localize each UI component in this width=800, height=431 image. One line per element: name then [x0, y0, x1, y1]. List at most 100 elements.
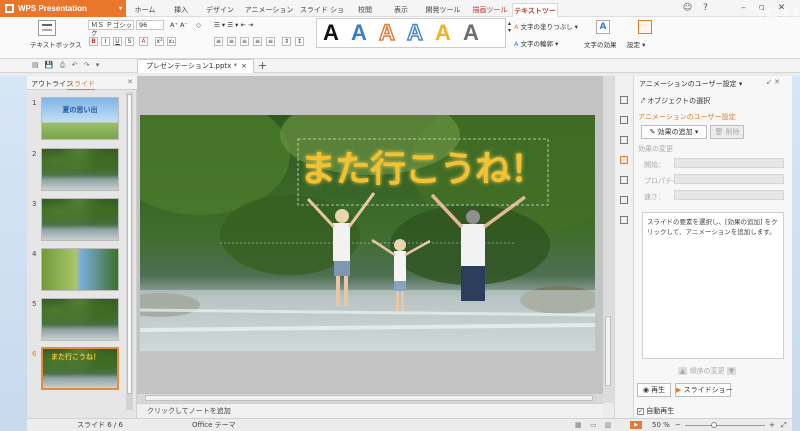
text-effect-label[interactable]: 文字の効果	[584, 39, 617, 49]
slide-thumbnail-6[interactable]: また行こうね！	[41, 347, 119, 390]
play-button[interactable]: ◉ 再生	[637, 383, 671, 397]
italic-button[interactable]: I	[101, 37, 110, 46]
superscript-button[interactable]: x²	[155, 37, 164, 46]
gallery-scroll-icon[interactable]: ▴ ▾	[508, 20, 511, 34]
app-menu-button[interactable]: WPS Presentation ▾	[0, 0, 126, 17]
align-left-icon[interactable]: ≡	[214, 37, 223, 46]
tab-design[interactable]: デザイン	[202, 3, 238, 17]
animation-icon[interactable]	[620, 156, 628, 164]
tab-view[interactable]: 表示	[388, 3, 414, 17]
minimize-icon[interactable]: –	[738, 3, 749, 14]
slide-thumbnail-5[interactable]	[41, 298, 119, 341]
clear-format-icon[interactable]: ◇	[196, 21, 201, 29]
speed-select[interactable]	[674, 190, 784, 200]
pin-icon[interactable]: ↙ ✕	[766, 78, 780, 86]
quick-access-icons[interactable]: ▤ 💾 ⎙ ↶ ↷ ▾	[32, 61, 101, 70]
wordart-style-5[interactable]: A	[429, 19, 457, 47]
slide-title-text[interactable]: また行こうね！	[300, 140, 546, 192]
slideshow-button[interactable]: ▶ スライドショー	[675, 383, 733, 397]
tab-review[interactable]: 校閲	[352, 3, 378, 17]
animation-list[interactable]: スライドの要素を選択し、[効果の追加] をクリックして、アニメーションを追加しま…	[642, 212, 784, 359]
slide-horizontal-scrollbar[interactable]	[137, 394, 603, 403]
align-center-icon[interactable]: ≡	[227, 37, 236, 46]
settings-button[interactable]: 設定 ▾	[627, 39, 645, 49]
document-tab[interactable]: プレゼンテーション1.pptx * ×	[137, 59, 254, 73]
autoplay-checkbox[interactable]: ✓	[637, 408, 644, 415]
play-slideshow-icon[interactable]: ▶	[630, 421, 642, 429]
textbox-label[interactable]: テキストボックス	[30, 39, 82, 49]
text-fill-button[interactable]: A 文字の塗りつぶし ▾	[514, 21, 578, 31]
close-panel-icon[interactable]: ✕	[127, 78, 133, 86]
shape-icon[interactable]	[620, 136, 628, 144]
wordart-style-3[interactable]: A	[373, 19, 401, 47]
slide-thumbnail-2[interactable]	[41, 148, 119, 191]
zoom-slider[interactable]	[685, 425, 765, 426]
select-object-icon: ⤤	[641, 97, 645, 105]
notes-pane[interactable]: クリックしてノートを追加	[137, 403, 603, 418]
remove-button[interactable]: 🗑 削除	[710, 125, 744, 139]
tab-text-tools[interactable]: テキストツール	[512, 3, 558, 29]
move-up-icon[interactable]: ▲	[678, 367, 688, 375]
slide-thumbnail-4[interactable]	[41, 248, 119, 291]
font-size-select[interactable]: 96	[136, 20, 164, 30]
tab-slideshow[interactable]: スライド ショー	[298, 3, 346, 28]
slide-thumbnail-1[interactable]: 夏の思い出	[41, 97, 119, 140]
fit-window-icon[interactable]: ⤢	[781, 419, 787, 431]
thumb-number-1: 1	[32, 99, 37, 107]
line-spacing-icon[interactable]: ↕	[295, 37, 304, 46]
text-outline-button[interactable]: A 文字の輪郭 ▾	[514, 38, 558, 48]
font-name-select[interactable]: ＭＳ Ｐゴシック	[88, 20, 134, 37]
gallery-icon[interactable]	[620, 216, 628, 224]
align-right-icon[interactable]: ≡	[240, 37, 249, 46]
text-effect-icon[interactable]: A	[596, 20, 610, 34]
close-tab-icon[interactable]: ×	[241, 60, 247, 73]
underline-button[interactable]: U	[113, 37, 122, 46]
slide-canvas[interactable]: また行こうね！	[140, 115, 595, 351]
backup-icon[interactable]	[620, 196, 628, 204]
property-select[interactable]	[674, 174, 784, 184]
help-icon[interactable]: ?	[700, 3, 711, 14]
justify-icon[interactable]: ≡	[253, 37, 262, 46]
wordart-style-1[interactable]: A	[317, 19, 345, 47]
tab-animation[interactable]: アニメーション	[243, 3, 295, 17]
add-effect-button[interactable]: ✎ 効果の追加 ▾	[641, 125, 707, 139]
new-tab-icon[interactable]: +	[258, 59, 267, 72]
view-icons[interactable]: ▦ ▭ ▥	[575, 419, 614, 431]
tab-drawing-tools[interactable]: 描画ツール	[470, 3, 510, 17]
transition-icon[interactable]	[620, 176, 628, 184]
task-pane-title[interactable]: アニメーションのユーザー設定 ▾	[639, 79, 742, 89]
skin-icon[interactable]: ☺	[682, 3, 693, 14]
slide-vertical-scrollbar[interactable]	[603, 76, 614, 403]
distribute-icon[interactable]: ≡	[266, 37, 275, 46]
start-select[interactable]	[674, 158, 784, 168]
wordart-style-4[interactable]: A	[401, 19, 429, 47]
tab-home[interactable]: ホーム	[130, 3, 160, 17]
bold-button[interactable]: B	[89, 37, 98, 46]
desktop-edge-right	[792, 76, 800, 431]
slide-thumbnail-3[interactable]	[41, 198, 119, 241]
subscript-button[interactable]: x₂	[167, 37, 176, 46]
animation-hint: スライドの要素を選択し、[効果の追加] をクリックして、アニメーションを追加しま…	[647, 218, 778, 236]
textbox-icon[interactable]	[38, 20, 56, 36]
font-color-button[interactable]: A	[139, 37, 148, 46]
select-object-button[interactable]: ⤤ オブジェクトの選択	[641, 96, 710, 106]
grow-font-icon[interactable]: A⁺ A⁻	[170, 21, 188, 29]
tab-slides[interactable]: スライド	[67, 79, 95, 90]
tab-developer[interactable]: 開発ツール	[422, 3, 464, 17]
tab-insert[interactable]: 挿入	[168, 3, 194, 17]
zoom-slider-thumb[interactable]	[711, 422, 717, 428]
zoom-out-icon[interactable]: −	[675, 419, 681, 431]
bullets-icon[interactable]: ☰ ▾ ☰ ▾ ⇤ ⇥	[214, 21, 253, 29]
reorder-control[interactable]: ▲ 順序の変更 ▼	[678, 366, 737, 376]
settings-icon[interactable]	[638, 20, 652, 34]
wordart-style-2[interactable]: A	[345, 19, 373, 47]
properties-icon[interactable]	[620, 96, 628, 104]
text-direction-icon[interactable]: ⇕	[282, 37, 291, 46]
slides-panel-scrollbar[interactable]	[126, 92, 133, 410]
move-down-icon[interactable]: ▼	[726, 367, 737, 375]
autoplay-row[interactable]: ✓ 自動再生	[637, 406, 674, 416]
zoom-in-icon[interactable]: +	[769, 419, 775, 431]
shadow-button[interactable]: S	[125, 37, 134, 46]
format-icon[interactable]	[620, 116, 628, 124]
wordart-style-6[interactable]: A	[457, 19, 485, 47]
